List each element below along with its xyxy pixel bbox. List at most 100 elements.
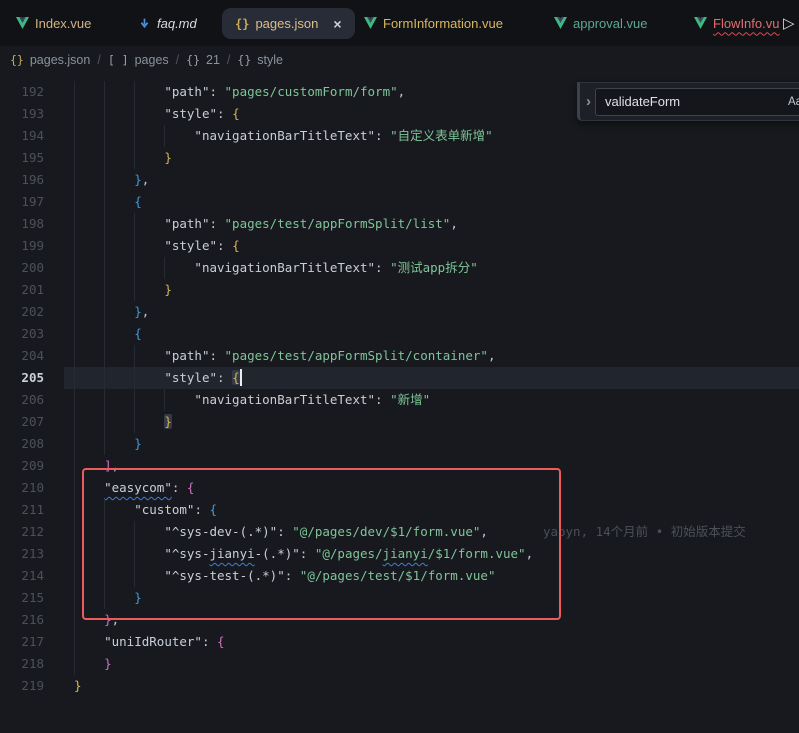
symbol-icon: [ ] (108, 53, 129, 67)
tab-label: FlowInfo.vu (713, 16, 779, 31)
breadcrumb-separator: / (227, 53, 230, 67)
line-number[interactable]: 216 (0, 609, 44, 631)
line-number[interactable]: 193 (0, 103, 44, 125)
code-line-201[interactable]: 201 } (0, 279, 799, 301)
tab-faq-md[interactable]: faq.md (138, 0, 197, 46)
indent-guide (134, 81, 135, 103)
tab-forminformation-vue[interactable]: FormInformation.vue (364, 0, 503, 46)
code-line-202[interactable]: 202 }, (0, 301, 799, 323)
line-number[interactable]: 202 (0, 301, 44, 323)
indent-guide (74, 653, 75, 675)
line-number[interactable]: 214 (0, 565, 44, 587)
line-number[interactable]: 212 (0, 521, 44, 543)
line-number[interactable]: 207 (0, 411, 44, 433)
indent-guide (104, 191, 105, 213)
find-input-box[interactable]: Aaab.* (595, 88, 799, 116)
line-number[interactable]: 205 (0, 367, 44, 389)
indent-guide (104, 301, 105, 323)
code-line-196[interactable]: 196 }, (0, 169, 799, 191)
line-number[interactable]: 195 (0, 147, 44, 169)
close-icon[interactable]: × (333, 16, 341, 32)
indent-guide (104, 345, 105, 367)
tab-flowinfo-vu[interactable]: FlowInfo.vu (694, 0, 779, 46)
code-line-217[interactable]: 217 "uniIdRouter": { (0, 631, 799, 653)
vue-icon (364, 17, 377, 29)
breadcrumb-separator: / (176, 53, 179, 67)
line-number[interactable]: 200 (0, 257, 44, 279)
code-line-207[interactable]: 207 } (0, 411, 799, 433)
line-number[interactable]: 209 (0, 455, 44, 477)
breadcrumb-label: pages (135, 53, 169, 67)
code-line-194[interactable]: 194 "navigationBarTitleText": "自定义表单新增" (0, 125, 799, 147)
code-line-205[interactable]: 205 "style": { (0, 367, 799, 389)
indent-guide (74, 609, 75, 631)
code-line-200[interactable]: 200 "navigationBarTitleText": "测试app拆分" (0, 257, 799, 279)
line-number[interactable]: 194 (0, 125, 44, 147)
code-line-218[interactable]: 218 } (0, 653, 799, 675)
code-line-214[interactable]: 214 "^sys-test-(.*)": "@/pages/test/$1/f… (0, 565, 799, 587)
breadcrumb-separator: / (97, 53, 100, 67)
code-line-204[interactable]: 204 "path": "pages/test/appFormSplit/con… (0, 345, 799, 367)
code-line-198[interactable]: 198 "path": "pages/test/appFormSplit/lis… (0, 213, 799, 235)
code-line-197[interactable]: 197 { (0, 191, 799, 213)
line-number[interactable]: 192 (0, 81, 44, 103)
indent-guide (74, 81, 75, 103)
git-blame-annotation: yaoyn, 14个月前 • 初始版本提交 (543, 524, 746, 539)
match-case-button[interactable]: Aa (783, 90, 799, 113)
tab-index-vue[interactable]: Index.vue (16, 0, 91, 46)
line-number[interactable]: 196 (0, 169, 44, 191)
vue-icon (694, 17, 707, 29)
line-number[interactable]: 217 (0, 631, 44, 653)
code-line-219[interactable]: 219} (0, 675, 799, 697)
indent-guide (134, 279, 135, 301)
code-line-211[interactable]: 211 "custom": { (0, 499, 799, 521)
breadcrumb-item-21[interactable]: {}21 (186, 53, 220, 67)
indent-guide (104, 389, 105, 411)
indent-guide (104, 543, 105, 565)
indent-guide (134, 147, 135, 169)
find-expand-chevron-icon[interactable]: › (586, 93, 591, 110)
code-editor[interactable]: 192 "path": "pages/customForm/form",193 … (0, 74, 799, 733)
line-number[interactable]: 213 (0, 543, 44, 565)
indent-guide (104, 521, 105, 543)
indent-guide (104, 103, 105, 125)
code-line-208[interactable]: 208 } (0, 433, 799, 455)
line-number[interactable]: 197 (0, 191, 44, 213)
breadcrumb-item-pages[interactable]: [ ] pages (108, 53, 169, 67)
match-case-icon: Aa (788, 96, 799, 108)
more-tabs-chevron-icon[interactable]: ▷ (783, 0, 795, 46)
code-line-195[interactable]: 195 } (0, 147, 799, 169)
indent-guide (164, 125, 165, 147)
line-number[interactable]: 218 (0, 653, 44, 675)
indent-guide (104, 323, 105, 345)
line-number[interactable]: 206 (0, 389, 44, 411)
indent-guide (104, 257, 105, 279)
code-line-206[interactable]: 206 "navigationBarTitleText": "新增" (0, 389, 799, 411)
indent-guide (74, 411, 75, 433)
line-number[interactable]: 215 (0, 587, 44, 609)
line-number[interactable]: 210 (0, 477, 44, 499)
code-line-210[interactable]: 210 "easycom": { (0, 477, 799, 499)
code-line-203[interactable]: 203 { (0, 323, 799, 345)
line-number[interactable]: 201 (0, 279, 44, 301)
code-line-216[interactable]: 216 }, (0, 609, 799, 631)
code-line-212[interactable]: 212 "^sys-dev-(.*)": "@/pages/dev/$1/for… (0, 521, 799, 543)
breadcrumb-item-pages-json[interactable]: {}pages.json (10, 53, 90, 67)
code-line-209[interactable]: 209 ], (0, 455, 799, 477)
tab-pages-json[interactable]: {}pages.json× (222, 8, 355, 39)
line-number[interactable]: 208 (0, 433, 44, 455)
breadcrumb-item-style[interactable]: {}style (237, 53, 283, 67)
line-number[interactable]: 199 (0, 235, 44, 257)
line-number[interactable]: 219 (0, 675, 44, 697)
line-number[interactable]: 204 (0, 345, 44, 367)
indent-guide (104, 587, 105, 609)
code-line-213[interactable]: 213 "^sys-jianyi-(.*)": "@/pages/jianyi/… (0, 543, 799, 565)
indent-guide (134, 103, 135, 125)
line-number[interactable]: 211 (0, 499, 44, 521)
tab-approval-vue[interactable]: approval.vue (554, 0, 647, 46)
line-number[interactable]: 198 (0, 213, 44, 235)
code-line-215[interactable]: 215 } (0, 587, 799, 609)
line-number[interactable]: 203 (0, 323, 44, 345)
find-input[interactable] (603, 93, 783, 110)
code-line-199[interactable]: 199 "style": { (0, 235, 799, 257)
